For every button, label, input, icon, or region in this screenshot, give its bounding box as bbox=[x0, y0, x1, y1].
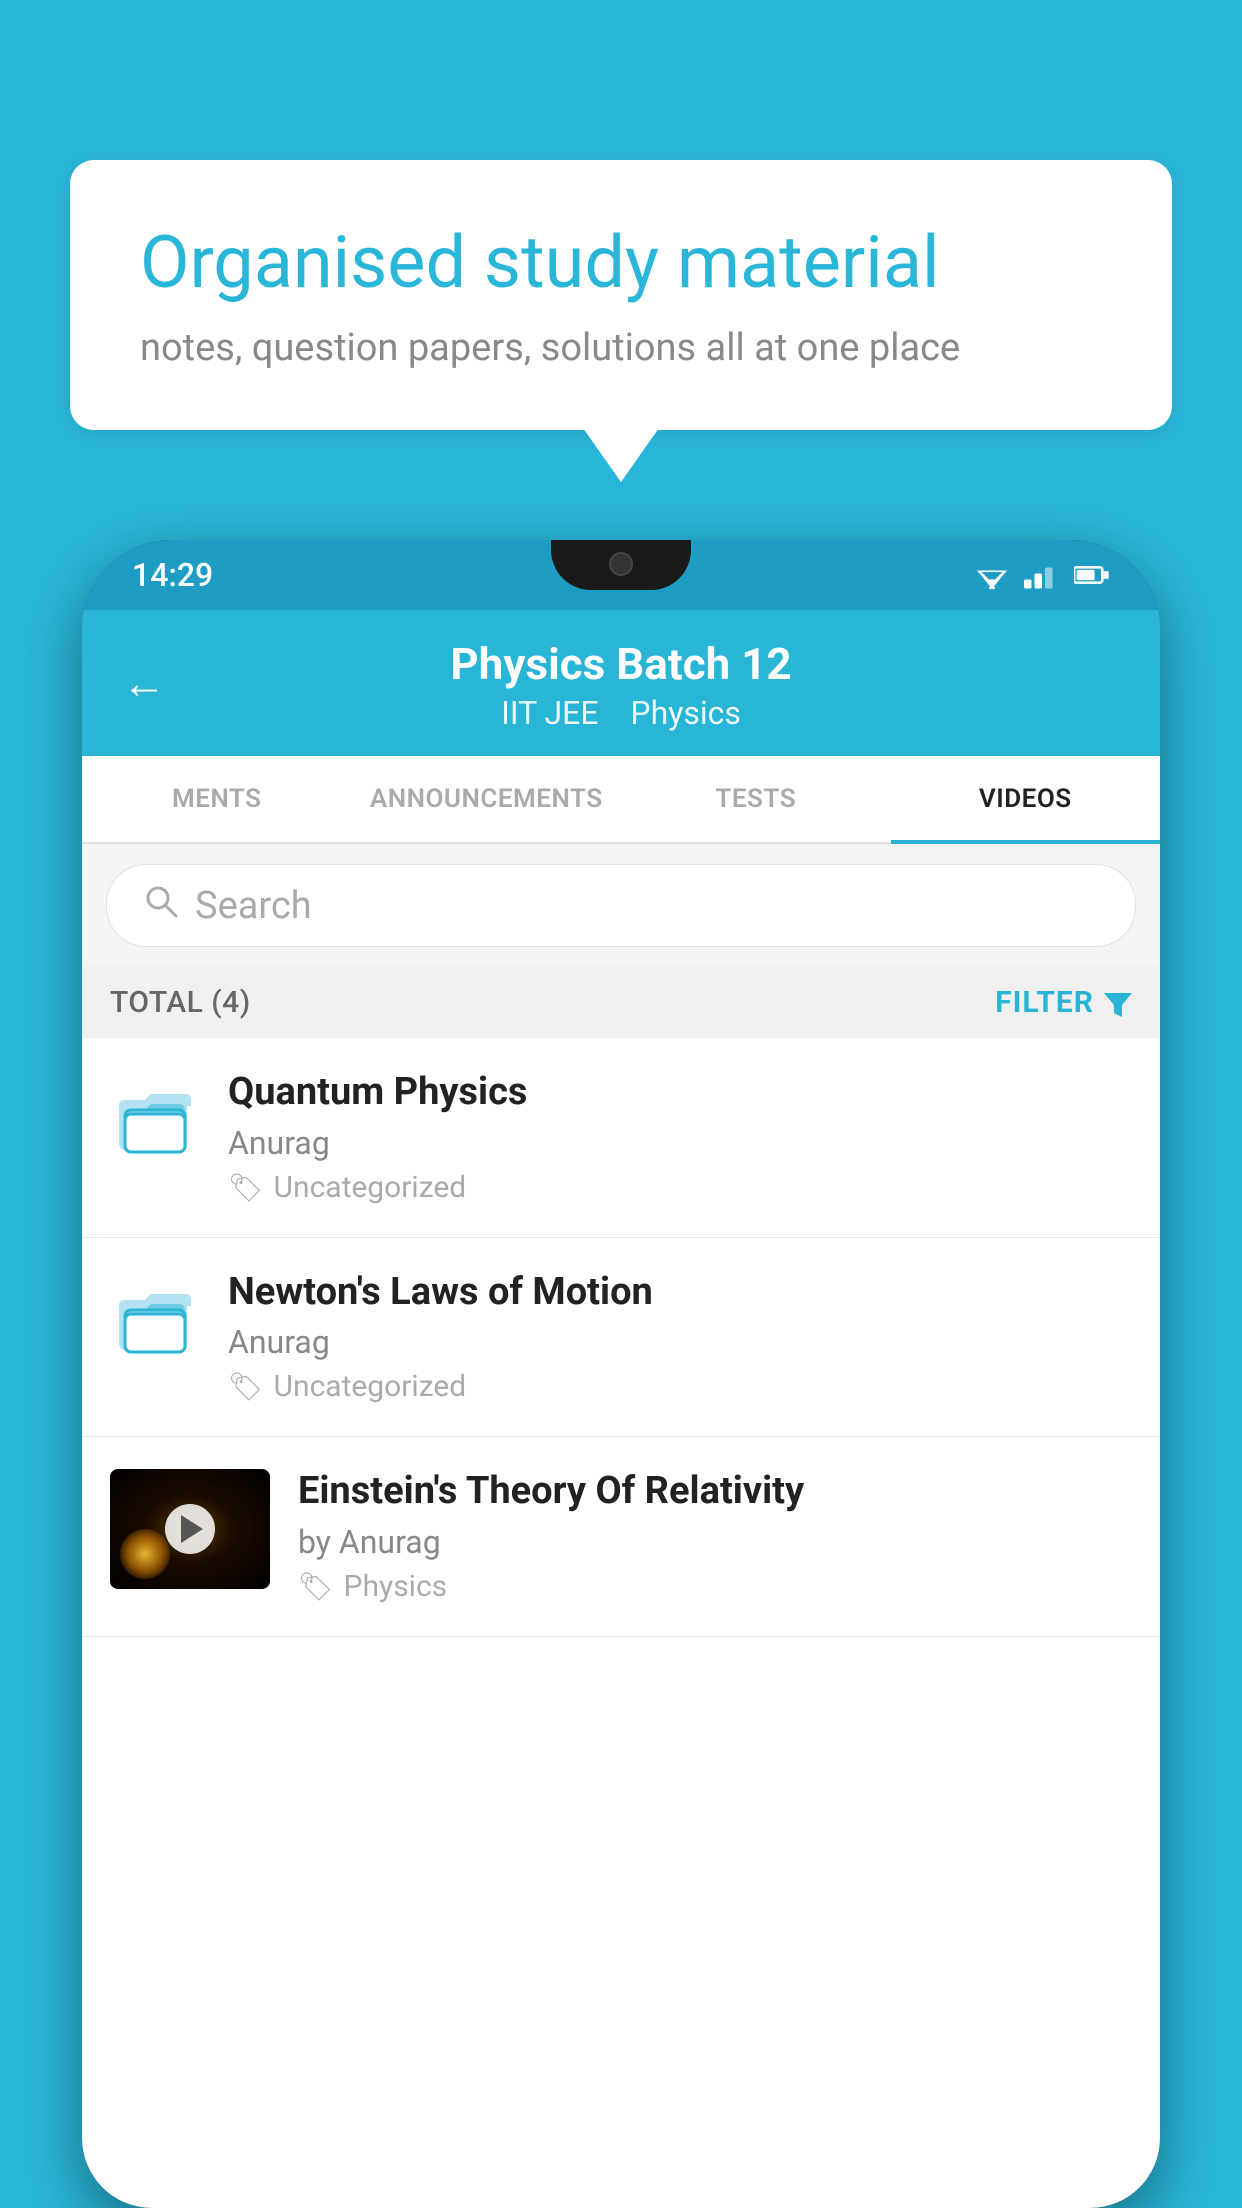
wifi-icon bbox=[974, 561, 1010, 589]
app-header: ← Physics Batch 12 IIT JEE Physics bbox=[82, 610, 1160, 756]
search-icon bbox=[143, 883, 179, 928]
list-item[interactable]: Quantum Physics Anurag 🏷 Uncategorized bbox=[82, 1038, 1160, 1238]
video-author: by Anurag bbox=[298, 1523, 1132, 1561]
tab-videos[interactable]: VIDEOS bbox=[891, 756, 1161, 842]
play-icon bbox=[181, 1515, 203, 1543]
tag-icon: 🏷 bbox=[228, 1171, 264, 1204]
video-tag: 🏷 Physics bbox=[298, 1569, 1132, 1604]
header-iit-jee: IIT JEE bbox=[501, 694, 598, 732]
tab-ments[interactable]: MENTS bbox=[82, 756, 352, 842]
folder-icon-wrap bbox=[110, 1070, 200, 1158]
video-tag: 🏷 Uncategorized bbox=[228, 1170, 1132, 1205]
tabs-bar: MENTS ANNOUNCEMENTS TESTS VIDEOS bbox=[82, 756, 1160, 844]
tab-announcements[interactable]: ANNOUNCEMENTS bbox=[352, 756, 622, 842]
phone-frame: 14:29 ← P bbox=[82, 540, 1160, 2208]
list-item[interactable]: Newton's Laws of Motion Anurag 🏷 Uncateg… bbox=[82, 1238, 1160, 1438]
filter-button[interactable]: FILTER bbox=[995, 985, 1132, 1020]
header-physics: Physics bbox=[630, 694, 741, 732]
video-info: Quantum Physics Anurag 🏷 Uncategorized bbox=[228, 1070, 1132, 1205]
folder-icon bbox=[115, 1078, 195, 1158]
notch bbox=[551, 540, 691, 590]
tag-icon: 🏷 bbox=[298, 1570, 334, 1603]
list-item[interactable]: Einstein's Theory Of Relativity by Anura… bbox=[82, 1437, 1160, 1637]
header-title: Physics Batch 12 bbox=[122, 638, 1120, 690]
video-title: Newton's Laws of Motion bbox=[228, 1270, 1132, 1316]
tab-tests[interactable]: TESTS bbox=[621, 756, 891, 842]
video-title: Quantum Physics bbox=[228, 1070, 1132, 1116]
bubble-subtitle: notes, question papers, solutions all at… bbox=[140, 326, 1102, 370]
video-info: Einstein's Theory Of Relativity by Anura… bbox=[298, 1469, 1132, 1604]
status-icons bbox=[974, 561, 1110, 589]
folder-icon-wrap bbox=[110, 1270, 200, 1358]
back-button[interactable]: ← bbox=[122, 657, 166, 709]
tag-icon: 🏷 bbox=[228, 1370, 264, 1403]
video-info: Newton's Laws of Motion Anurag 🏷 Uncateg… bbox=[228, 1270, 1132, 1405]
search-input[interactable]: Search bbox=[195, 884, 312, 928]
total-count: TOTAL (4) bbox=[110, 985, 251, 1020]
header-subtitle: IIT JEE Physics bbox=[122, 694, 1120, 732]
video-thumbnail bbox=[110, 1469, 270, 1589]
signal-icon bbox=[1024, 561, 1060, 589]
video-title: Einstein's Theory Of Relativity bbox=[298, 1469, 1132, 1515]
battery-icon bbox=[1074, 561, 1110, 589]
play-button[interactable] bbox=[165, 1504, 215, 1554]
video-author: Anurag bbox=[228, 1323, 1132, 1361]
filter-icon bbox=[1104, 989, 1132, 1017]
folder-icon bbox=[115, 1278, 195, 1358]
filter-row: TOTAL (4) FILTER bbox=[82, 967, 1160, 1038]
status-bar: 14:29 bbox=[82, 540, 1160, 610]
search-bar-wrap: Search bbox=[82, 844, 1160, 967]
thumbnail-glow bbox=[120, 1529, 170, 1579]
speech-bubble: Organised study material notes, question… bbox=[70, 160, 1172, 430]
phone-screen: ← Physics Batch 12 IIT JEE Physics MENTS… bbox=[82, 610, 1160, 2208]
video-author: Anurag bbox=[228, 1124, 1132, 1162]
video-tag: 🏷 Uncategorized bbox=[228, 1369, 1132, 1404]
status-time: 14:29 bbox=[132, 556, 213, 594]
camera-notch bbox=[609, 552, 633, 576]
search-bar[interactable]: Search bbox=[106, 864, 1136, 947]
bubble-title: Organised study material bbox=[140, 220, 1102, 306]
